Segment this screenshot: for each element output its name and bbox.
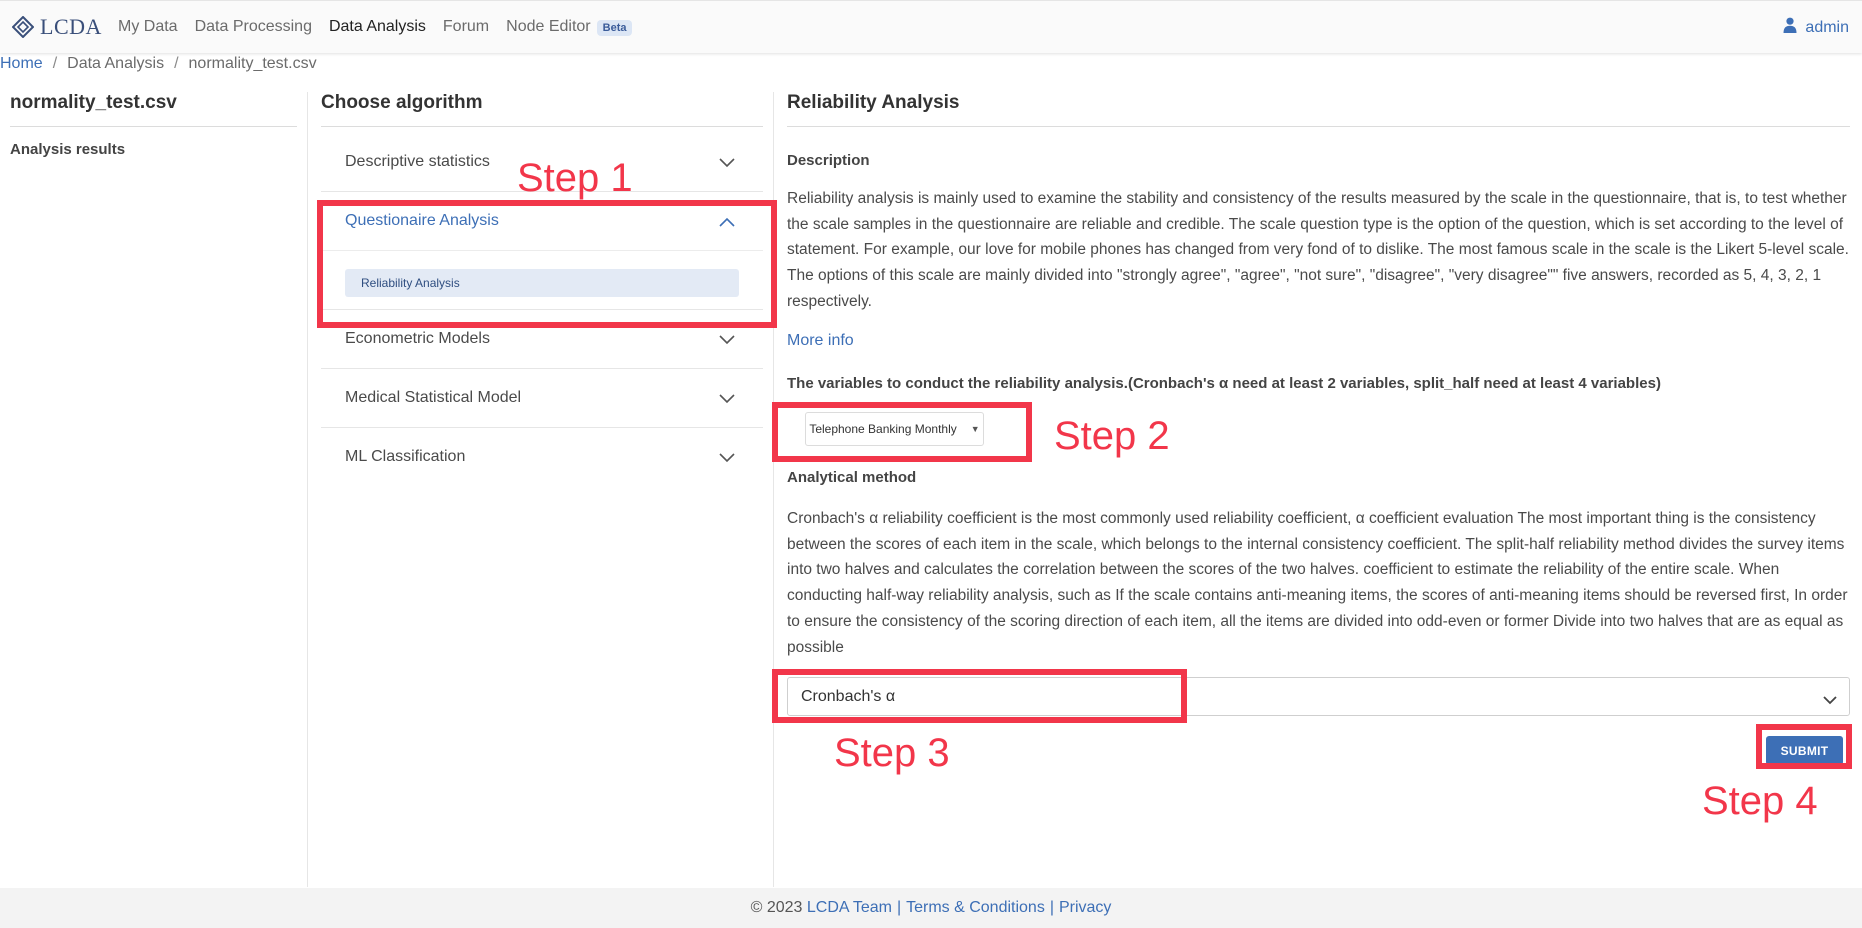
more-info-link[interactable]: More info: [787, 332, 854, 350]
breadcrumb-separator: /: [174, 55, 179, 72]
nav-node-editor-label: Node Editor: [506, 18, 591, 35]
nav-data-analysis[interactable]: Data Analysis: [329, 18, 426, 36]
method-description: Cronbach's α reliability coefficient is …: [787, 510, 1848, 656]
file-title: normality_test.csv: [10, 92, 297, 127]
chevron-down-icon: [719, 450, 735, 468]
accordion-medical-statistical-model[interactable]: Medical Statistical Model: [321, 369, 763, 428]
footer-separator: |: [896, 899, 902, 916]
breadcrumb: Home / Data Analysis / normality_test.csv: [0, 55, 317, 73]
reliability-analysis-panel: Reliability Analysis Description Reliabi…: [787, 92, 1850, 656]
breadcrumb-home[interactable]: Home: [0, 55, 43, 72]
user-icon: [1783, 17, 1805, 38]
top-navbar: LCDA My Data Data Processing Data Analys…: [0, 0, 1862, 53]
footer-team-link[interactable]: LCDA Team: [807, 899, 892, 917]
footer-terms-link[interactable]: Terms & Conditions: [906, 899, 1045, 917]
step2-highlight-box: [772, 402, 1032, 462]
beta-badge: Beta: [596, 20, 633, 36]
step2-label: Step 2: [1054, 414, 1170, 458]
footer-privacy-link[interactable]: Privacy: [1059, 899, 1111, 917]
logo[interactable]: LCDA: [12, 14, 102, 40]
step1-label: Step 1: [517, 156, 633, 200]
accordion-label: Medical Statistical Model: [345, 389, 522, 406]
chevron-down-icon: [719, 391, 735, 409]
logo-text: LCDA: [40, 14, 102, 39]
choose-algorithm-title: Choose algorithm: [321, 92, 763, 127]
user-name: admin: [1805, 18, 1849, 36]
nav-my-data[interactable]: My Data: [118, 18, 178, 36]
analytical-method-label: Analytical method: [787, 469, 917, 486]
accordion-label: Econometric Models: [345, 330, 490, 347]
chevron-down-icon: [719, 332, 735, 350]
step3-label: Step 3: [834, 731, 950, 775]
footer: © 2023 LCDA Team | Terms & Conditions | Priv…: [0, 888, 1862, 928]
breadcrumb-separator: /: [52, 55, 58, 72]
user-menu[interactable]: admin: [1783, 17, 1849, 38]
nav-forum[interactable]: Forum: [443, 18, 489, 36]
chevron-down-icon: [1823, 692, 1837, 710]
accordion-ml-classification[interactable]: ML Classification: [321, 428, 763, 486]
main-nav: My Data Data Processing Data Analysis Fo…: [118, 1, 633, 53]
step4-label: Step 4: [1702, 779, 1818, 823]
step4-highlight-box: [1756, 724, 1852, 769]
nav-node-editor[interactable]: Node Editor Beta: [506, 18, 633, 36]
chevron-down-icon: [719, 155, 735, 173]
breadcrumb-section[interactable]: Data Analysis: [67, 55, 164, 72]
variables-label: The variables to conduct the reliability…: [787, 375, 1661, 392]
step3-highlight-box: [772, 669, 1187, 723]
step1-highlight-box: [317, 200, 777, 328]
accordion-label: ML Classification: [345, 448, 466, 465]
description-label: Description: [787, 152, 870, 169]
file-panel: normality_test.csv Analysis results: [10, 92, 297, 158]
description-text: Reliability analysis is mainly used to e…: [787, 190, 1849, 310]
logo-diamond-icon: [12, 16, 34, 38]
breadcrumb-file: normality_test.csv: [188, 55, 317, 72]
column-divider: [307, 92, 308, 887]
panel-title: Reliability Analysis: [787, 92, 1850, 127]
accordion-label: Descriptive statistics: [345, 153, 490, 170]
analysis-results-link[interactable]: Analysis results: [10, 141, 297, 158]
nav-data-processing[interactable]: Data Processing: [195, 18, 312, 36]
footer-separator: |: [1049, 899, 1054, 916]
footer-copyright: © 2023: [750, 899, 803, 916]
